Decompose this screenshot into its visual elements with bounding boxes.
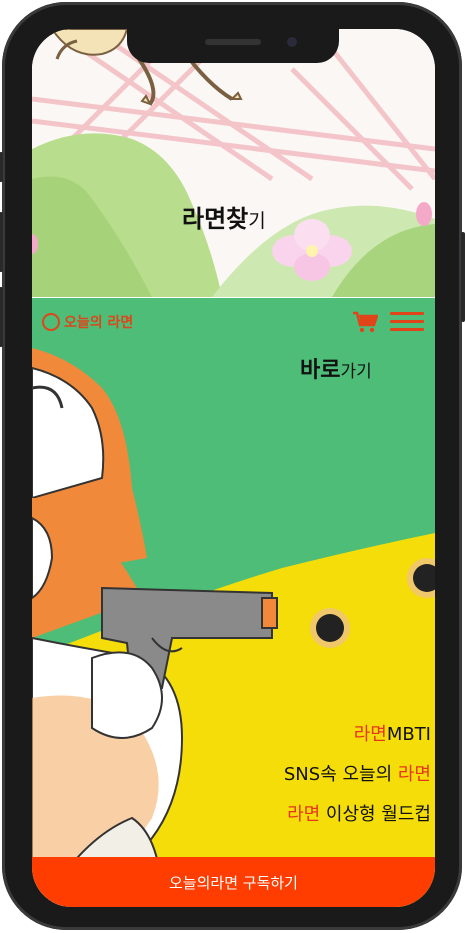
subscribe-label: 오늘의라면 구독하기 xyxy=(169,873,298,892)
ramen-logo-icon xyxy=(42,313,60,331)
shopping-cart-icon[interactable] xyxy=(352,311,379,337)
subscribe-button[interactable]: 오늘의라면 구독하기 xyxy=(32,857,435,907)
ramen-links: 라면MBTI SNS속 오늘의 라면 라면 이상형 월드컵 xyxy=(284,720,431,840)
ramen-world-cup-link[interactable]: 라면 이상형 월드컵 xyxy=(284,800,431,826)
front-camera xyxy=(287,37,297,47)
shortcut-heading: 바로가기 xyxy=(300,358,372,383)
logo-text: 오늘의 라면 xyxy=(64,315,134,331)
shortcut-section: 오늘의 라면 바로가기 라면MBTI SNS속 오늘의 라면 라면 이상형 월드… xyxy=(32,298,435,907)
notch xyxy=(127,29,339,63)
ramen-logo[interactable]: 오늘의 라면 xyxy=(42,312,133,332)
volume-up-button xyxy=(0,212,3,272)
bullet-hole xyxy=(310,608,350,648)
hamburger-menu-icon[interactable] xyxy=(390,312,424,332)
find-ramen-heading: 라면찾기 xyxy=(182,205,266,233)
mute-switch xyxy=(0,152,3,182)
screen: 라면찾기 오늘의 라면 바로가기 라면MBTI SNS속 오늘의 라면 라면 이… xyxy=(32,29,435,907)
sns-ramen-link[interactable]: SNS속 오늘의 라면 xyxy=(284,760,431,786)
find-ramen-illustration xyxy=(32,29,435,297)
volume-down-button xyxy=(0,287,3,347)
find-ramen-section[interactable]: 라면찾기 xyxy=(32,29,435,297)
ramen-mbti-link[interactable]: 라면MBTI xyxy=(284,720,431,746)
speaker xyxy=(205,39,261,45)
phone-frame: 라면찾기 오늘의 라면 바로가기 라면MBTI SNS속 오늘의 라면 라면 이… xyxy=(0,2,465,930)
power-button xyxy=(461,232,465,322)
